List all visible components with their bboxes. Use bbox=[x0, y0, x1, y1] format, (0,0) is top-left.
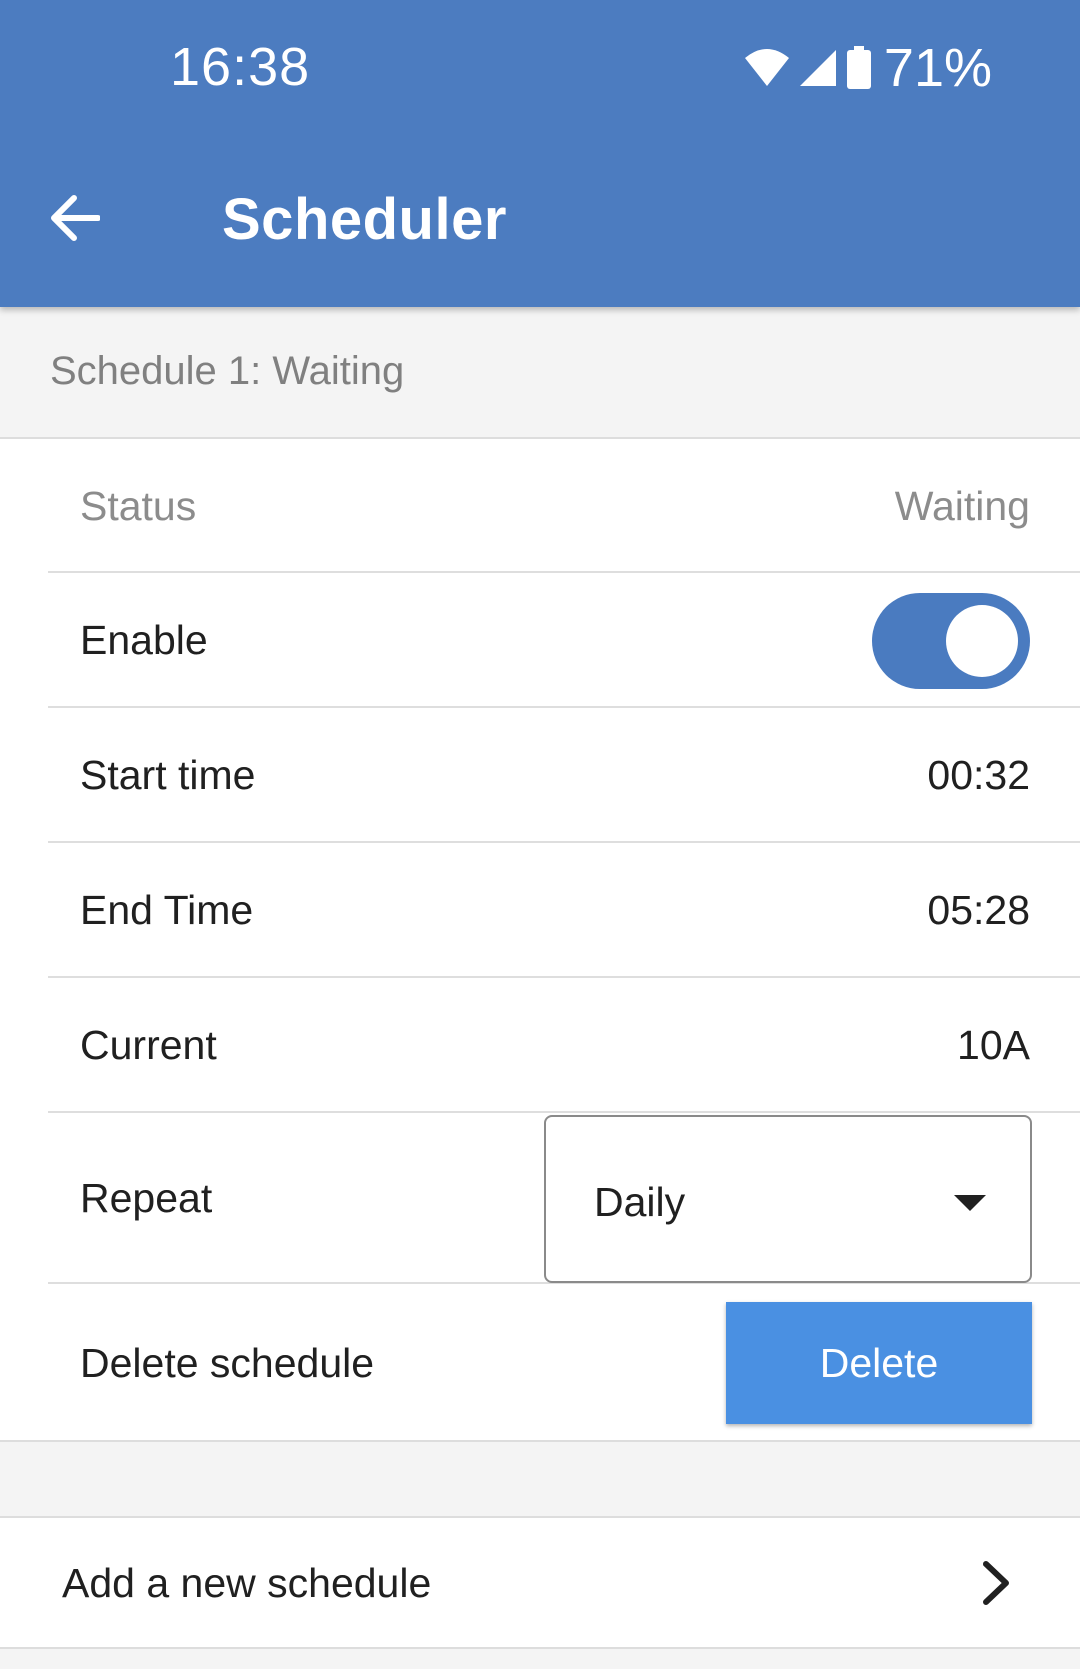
enable-toggle[interactable] bbox=[872, 593, 1030, 689]
enable-row: Enable bbox=[48, 573, 1080, 708]
page-title: Scheduler bbox=[222, 187, 507, 252]
status-row: Status Waiting bbox=[48, 439, 1080, 573]
delete-row: Delete schedule Delete bbox=[48, 1284, 1080, 1442]
back-button[interactable] bbox=[36, 180, 112, 256]
status-clock: 16:38 bbox=[170, 37, 311, 97]
status-value: Waiting bbox=[894, 483, 1030, 529]
end-time-row[interactable]: End Time 05:28 bbox=[48, 843, 1080, 978]
arrow-left-icon bbox=[51, 195, 100, 241]
start-time-value[interactable]: 00:32 bbox=[927, 752, 1030, 799]
end-time-value[interactable]: 05:28 bbox=[927, 887, 1030, 934]
current-label: Current bbox=[80, 1022, 217, 1068]
battery-icon bbox=[846, 46, 871, 89]
repeat-select-value: Daily bbox=[594, 1179, 686, 1225]
status-icons: 71% bbox=[744, 38, 992, 98]
schedule-section-header: Schedule 1: Waiting bbox=[0, 307, 1080, 439]
battery-percentage: 71% bbox=[883, 38, 992, 98]
app-bar: 16:38 71% Scheduler bbox=[0, 0, 1080, 307]
start-time-row[interactable]: Start time 00:32 bbox=[48, 708, 1080, 843]
chevron-right-icon bbox=[983, 1561, 1009, 1605]
start-time-label: Start time bbox=[80, 752, 256, 798]
end-time-label: End Time bbox=[80, 887, 254, 933]
delete-button[interactable]: Delete bbox=[726, 1302, 1032, 1424]
toggle-knob bbox=[946, 605, 1018, 677]
current-row[interactable]: Current 10A bbox=[48, 978, 1080, 1113]
repeat-select[interactable]: Daily bbox=[544, 1115, 1032, 1283]
add-schedule-label: Add a new schedule bbox=[62, 1560, 432, 1606]
status-label: Status bbox=[80, 483, 197, 529]
dropdown-arrow-icon bbox=[954, 1195, 986, 1211]
delete-schedule-label: Delete schedule bbox=[80, 1340, 375, 1386]
wifi-icon bbox=[744, 49, 789, 86]
cell-signal-icon bbox=[799, 50, 836, 86]
schedule-card: Status Waiting Enable Start time 00:32 E… bbox=[0, 439, 1080, 1442]
current-value[interactable]: 10A bbox=[957, 1022, 1030, 1069]
repeat-label: Repeat bbox=[80, 1175, 213, 1221]
add-schedule-row[interactable]: Add a new schedule bbox=[0, 1516, 1080, 1649]
repeat-row: Repeat Daily bbox=[48, 1113, 1080, 1284]
enable-label: Enable bbox=[80, 617, 208, 663]
schedule-header-text: Schedule 1: Waiting bbox=[50, 349, 405, 393]
